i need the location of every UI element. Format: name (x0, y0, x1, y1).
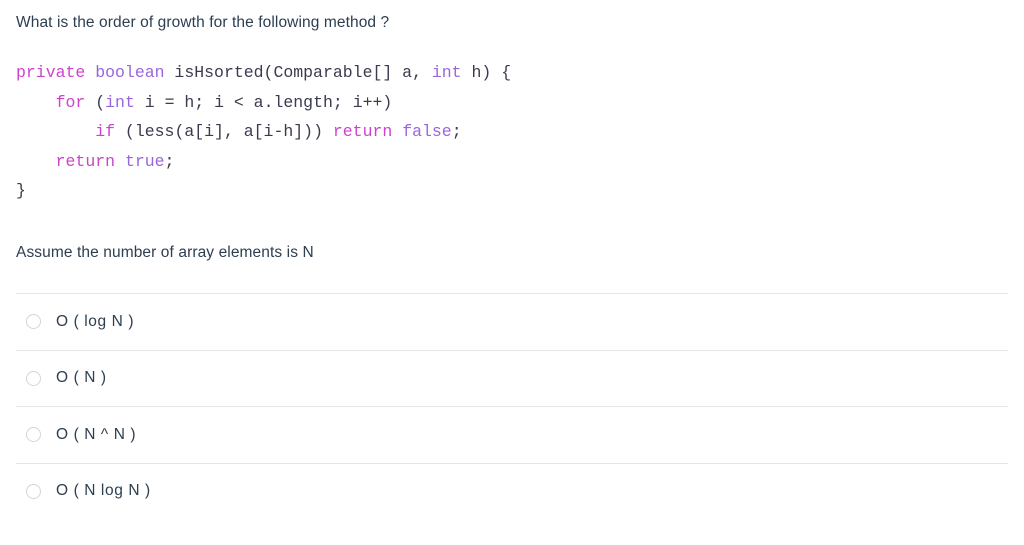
code-snippet: private boolean isHsorted(Comparable[] a… (16, 58, 511, 206)
answer-option-1[interactable]: O ( log N ) (16, 293, 1008, 350)
code-token-type: int (431, 63, 462, 82)
answer-options-list: O ( log N ) O ( N ) O ( N ^ N ) O ( N log N… (16, 293, 1008, 519)
code-token-keyword: return (332, 122, 393, 141)
code-line: private boolean isHsorted(Comparable[] a… (16, 58, 511, 88)
code-line: for (int i = h; i < a.length; i++) (16, 88, 511, 118)
code-token-plain: (less(a[i], a[i-h])) (115, 122, 333, 141)
answer-option-label: O ( log N ) (56, 312, 135, 330)
question-prompt: What is the order of growth for the foll… (16, 14, 390, 31)
radio-button-icon[interactable] (26, 314, 41, 330)
answer-option-4[interactable]: O ( N log N ) (16, 462, 1008, 520)
code-token-type: false (402, 122, 452, 141)
code-token-brace: } (16, 181, 26, 200)
code-token-type: boolean (95, 63, 165, 82)
code-token-type: true (124, 151, 165, 171)
code-token-plain: ( (85, 92, 106, 112)
code-token-plain: ; (164, 151, 175, 171)
code-token-keyword: for (55, 92, 86, 112)
answer-option-3[interactable]: O ( N ^ N ) (16, 406, 1008, 463)
answer-option-label: O ( N ) (56, 369, 107, 387)
code-token-keyword: return (55, 151, 116, 171)
code-token-plain: isHsorted(Comparable[] a, (164, 63, 432, 82)
answer-option-2[interactable]: O ( N ) (16, 349, 1008, 407)
quiz-question-page: What is the order of growth for the foll… (0, 0, 1024, 545)
radio-button-icon[interactable] (26, 483, 41, 499)
code-line: if (less(a[i], a[i-h])) return false; (16, 117, 511, 147)
code-token-plain: ; (451, 122, 462, 141)
answer-option-label: O ( N ^ N ) (56, 425, 137, 443)
code-token-type: int (105, 92, 135, 112)
code-token-plain: h) { (461, 63, 512, 82)
answer-option-label: O ( N log N ) (56, 482, 151, 500)
code-token-plain: i = h; i < a.length; i++) (134, 92, 393, 112)
code-line: } (16, 176, 511, 206)
code-token-keyword: private (16, 63, 86, 82)
code-token-keyword: if (95, 122, 116, 141)
radio-button-icon[interactable] (26, 427, 41, 443)
radio-button-icon[interactable] (26, 370, 41, 386)
assumption-text: Assume the number of array elements is N (16, 244, 314, 261)
code-line: return true; (16, 147, 511, 177)
